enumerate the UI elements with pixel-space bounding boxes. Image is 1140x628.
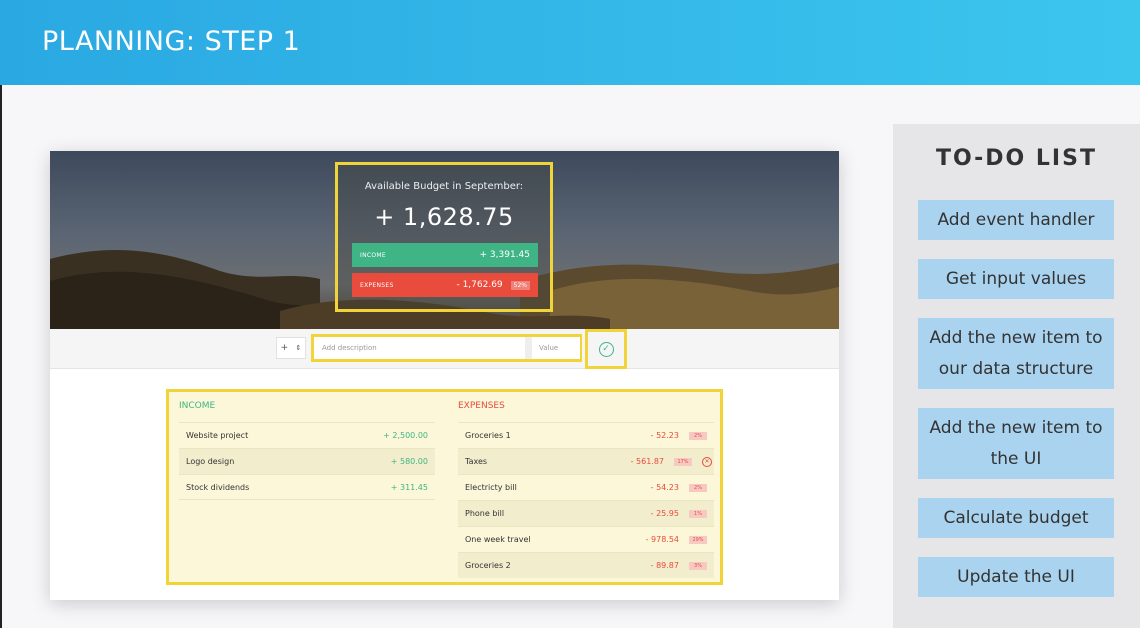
delete-icon[interactable]: ✕ xyxy=(702,456,712,467)
budget-app-mockup: Available Budget in September: + 1,628.7… xyxy=(50,151,839,600)
expense-row: Phone bill - 25.95 1% xyxy=(458,500,714,526)
expense-item-value: - 54.23 xyxy=(650,483,679,492)
income-row: Logo design + 580.00 xyxy=(179,448,435,474)
value-placeholder: Value xyxy=(539,344,559,352)
expense-percent-badge: 2% xyxy=(689,483,707,492)
income-list-title: INCOME xyxy=(179,401,216,411)
add-button-highlight: ✓ xyxy=(585,329,627,369)
expenses-percent-badge: 52% xyxy=(510,280,530,290)
expenses-label: EXPENSES xyxy=(360,281,394,289)
expense-percent-badge: 1% xyxy=(689,509,707,518)
income-item-value: + 580.00 xyxy=(390,457,428,466)
expense-item-description: Electricty bill xyxy=(465,483,517,492)
income-label: INCOME xyxy=(360,251,386,259)
budget-value: + 1,628.75 xyxy=(374,203,514,231)
checkmark-icon: ✓ xyxy=(602,344,610,354)
value-input[interactable]: Value xyxy=(532,337,580,359)
expense-item-value: - 89.87 xyxy=(650,561,679,570)
expense-item-description: One week travel xyxy=(465,535,531,544)
expense-row: Groceries 2 - 89.87 3% xyxy=(458,552,714,578)
expense-item-description: Groceries 2 xyxy=(465,561,511,570)
income-row: Stock dividends + 311.45 xyxy=(179,474,435,500)
expense-percent-badge: 17% xyxy=(674,457,692,466)
income-item-value: + 311.45 xyxy=(390,482,428,492)
slide-title: PLANNING: STEP 1 xyxy=(42,26,301,57)
income-item-description: Stock dividends xyxy=(186,482,250,492)
expense-item-value: - 25.95 xyxy=(650,509,679,518)
type-select-value: + xyxy=(280,343,289,353)
todo-panel: TO-DO LIST Add event handler Get input v… xyxy=(893,124,1140,628)
add-check-button[interactable]: ✓ xyxy=(598,341,614,357)
expense-item-description: Phone bill xyxy=(465,509,505,518)
todo-item-get-input-values: Get input values xyxy=(918,259,1114,299)
expense-row: One week travel - 978.54 29% xyxy=(458,526,714,552)
expense-item-value: - 978.54 xyxy=(645,535,679,544)
expense-row: Taxes - 561.87 17% ✕ xyxy=(458,448,714,474)
expense-item-value: - 561.87 xyxy=(630,457,664,466)
hero-background: Available Budget in September: + 1,628.7… xyxy=(50,151,839,329)
income-row: Website project + 2,500.00 xyxy=(179,422,435,448)
chevron-updown-icon: ⇕ xyxy=(295,344,302,352)
income-item-value: + 2,500.00 xyxy=(383,431,428,440)
expenses-value: - 1,762.69 xyxy=(456,280,503,290)
expense-item-value: - 52.23 xyxy=(650,431,679,440)
expense-item-description: Taxes xyxy=(465,457,488,466)
todo-title: TO-DO LIST xyxy=(936,146,1097,171)
expenses-list: EXPENSES Groceries 1 - 52.23 2% Taxes - … xyxy=(458,392,714,578)
slide-header: PLANNING: STEP 1 xyxy=(0,0,1140,85)
budget-title: Available Budget in September: xyxy=(364,181,524,192)
income-item-description: Logo design xyxy=(186,457,235,466)
expenses-summary-bar: EXPENSES - 1,762.69 52% xyxy=(352,273,538,297)
expense-row: Electricty bill - 54.23 2% xyxy=(458,474,714,500)
income-item-description: Website project xyxy=(186,431,249,440)
type-select[interactable]: + ⇕ xyxy=(276,337,306,359)
todo-item-calculate-budget: Calculate budget xyxy=(918,498,1114,538)
lists-container: INCOME Website project + 2,500.00 Logo d… xyxy=(166,389,723,585)
expense-percent-badge: 2% xyxy=(689,431,707,440)
todo-item-update-ui: Update the UI xyxy=(918,557,1114,597)
left-border xyxy=(0,85,2,628)
todo-item-add-to-data-structure: Add the new item to our data structure xyxy=(918,318,1114,389)
expense-percent-badge: 29% xyxy=(689,535,707,544)
expense-row: Groceries 1 - 52.23 2% xyxy=(458,422,714,448)
todo-item-add-to-ui: Add the new item to the UI xyxy=(918,408,1114,479)
income-list: INCOME Website project + 2,500.00 Logo d… xyxy=(179,392,435,500)
income-summary-bar: INCOME + 3,391.45 xyxy=(352,243,538,267)
add-item-bar: + ⇕ Add description Value ✓ xyxy=(50,329,839,369)
budget-summary: Available Budget in September: + 1,628.7… xyxy=(335,162,553,312)
todo-item-add-event-handler: Add event handler xyxy=(918,200,1114,240)
expense-item-description: Groceries 1 xyxy=(465,431,511,440)
expenses-list-title: EXPENSES xyxy=(458,401,505,411)
expense-percent-badge: 3% xyxy=(689,561,707,570)
description-placeholder: Add description xyxy=(322,344,377,352)
income-value: + 3,391.45 xyxy=(479,250,530,260)
